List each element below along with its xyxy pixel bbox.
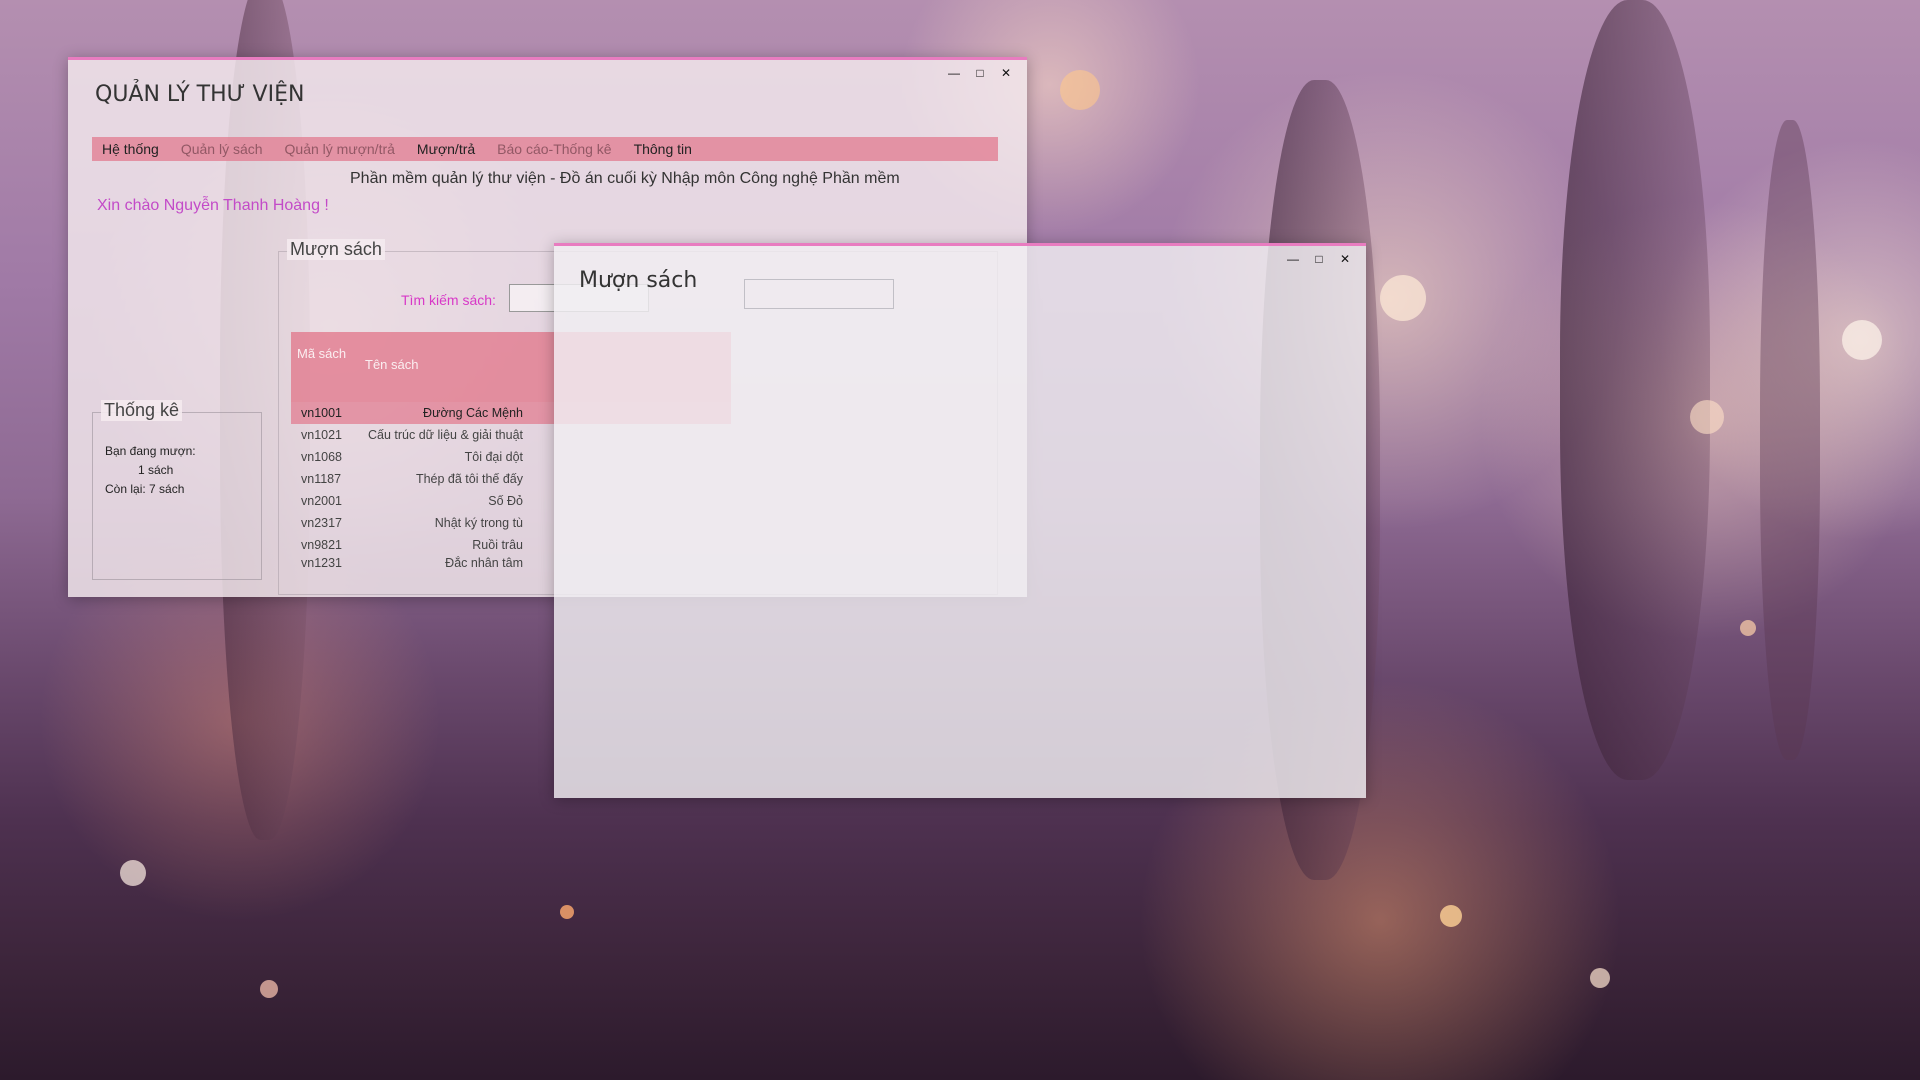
remaining-count: Còn lại: 7 sách bbox=[105, 482, 185, 496]
cell-ma-sach: vn2317 bbox=[301, 516, 343, 530]
cell-ten-sach: Đắc nhân tâm bbox=[445, 556, 523, 570]
borrow-legend: Mượn sách bbox=[287, 239, 385, 260]
wallpaper-bokeh bbox=[1690, 400, 1724, 434]
stats-groupbox: Thống kê Bạn đang mượn: 1 sách Còn lại: … bbox=[92, 400, 262, 580]
menu-bar: Hệ thống Quản lý sách Quản lý mượn/trả M… bbox=[92, 137, 998, 161]
cell-ten-sach: Số Đỏ bbox=[488, 494, 523, 508]
header-ten-sach[interactable]: Tên sách bbox=[357, 332, 535, 402]
menu-quan-ly-sach[interactable]: Quản lý sách bbox=[181, 141, 263, 157]
wallpaper-bokeh bbox=[120, 860, 146, 886]
header-ma-sach[interactable]: Mã sách bbox=[291, 332, 357, 402]
cell-ma-sach: vn9821 bbox=[301, 538, 343, 552]
cell-ma-sach: vn1187 bbox=[301, 472, 342, 486]
dialog-title: Mượn sách bbox=[579, 268, 698, 293]
wallpaper-bokeh bbox=[260, 980, 278, 998]
app-title: QUẢN LÝ THƯ VIỆN bbox=[95, 82, 305, 107]
cell-ma-sach: vn1021 bbox=[301, 428, 343, 442]
window-controls: — □ ✕ bbox=[1280, 250, 1358, 268]
wallpaper-bokeh bbox=[560, 905, 574, 919]
window-controls: — □ ✕ bbox=[941, 64, 1019, 82]
cell-ten-sach: Nhật ký trong tù bbox=[434, 516, 523, 530]
greeting-text: Xin chào Nguyễn Thanh Hoàng ! bbox=[97, 197, 329, 214]
wallpaper-bokeh bbox=[1440, 905, 1462, 927]
wallpaper-bokeh bbox=[1060, 70, 1100, 110]
ghost-overlay bbox=[744, 279, 894, 309]
maximize-button[interactable]: □ bbox=[967, 64, 993, 82]
minimize-button[interactable]: — bbox=[1280, 250, 1306, 268]
ghost-pad-200 bbox=[744, 279, 745, 280]
cell-ma-sach: vn1001 bbox=[301, 406, 343, 420]
menu-he-thong[interactable]: Hệ thống bbox=[102, 141, 159, 157]
app-subtitle: Phần mềm quản lý thư viện - Đồ án cuối k… bbox=[350, 170, 900, 187]
wallpaper-bokeh bbox=[1590, 968, 1610, 988]
menu-bao-cao-thong-ke[interactable]: Báo cáo-Thống kê bbox=[497, 141, 611, 157]
minimize-button[interactable]: — bbox=[941, 64, 967, 82]
cell-ten-sach: Đường Các Mệnh bbox=[423, 406, 523, 420]
wallpaper-trunk-right bbox=[1560, 0, 1710, 780]
borrowing-count: 1 sách bbox=[138, 463, 174, 477]
menu-muon-tra[interactable]: Mượn/trả bbox=[417, 141, 475, 157]
borrowing-label: Bạn đang mượn: bbox=[105, 444, 196, 458]
cell-ten-sach: Ruồi trâu bbox=[472, 538, 523, 552]
cell-ma-sach: vn1231 bbox=[301, 556, 343, 570]
menu-quan-ly-muon-tra[interactable]: Quản lý mượn/trả bbox=[285, 141, 395, 157]
close-button[interactable]: ✕ bbox=[1332, 250, 1358, 268]
cell-ten-sach: Cấu trúc dữ liệu & giải thuật bbox=[368, 428, 523, 442]
search-book-label: Tìm kiếm sách: bbox=[401, 292, 496, 308]
cell-ma-sach: vn1068 bbox=[301, 450, 343, 464]
maximize-button[interactable]: □ bbox=[1306, 250, 1332, 268]
wallpaper-trunk-far-right bbox=[1760, 120, 1820, 760]
wallpaper-bokeh bbox=[1380, 275, 1426, 321]
menu-thong-tin[interactable]: Thông tin bbox=[634, 141, 692, 157]
close-button[interactable]: ✕ bbox=[993, 64, 1019, 82]
cell-ma-sach: vn2001 bbox=[301, 494, 343, 508]
stats-legend: Thống kê bbox=[101, 400, 183, 421]
borrow-dialog: — □ ✕ Mượn sách bbox=[554, 243, 1366, 798]
cell-ten-sach: Tôi đại dột bbox=[464, 450, 523, 464]
cell-ten-sach: Thép đã tôi thế đấy bbox=[415, 472, 523, 486]
wallpaper-bokeh bbox=[1740, 620, 1756, 636]
wallpaper-bokeh bbox=[1842, 320, 1882, 360]
